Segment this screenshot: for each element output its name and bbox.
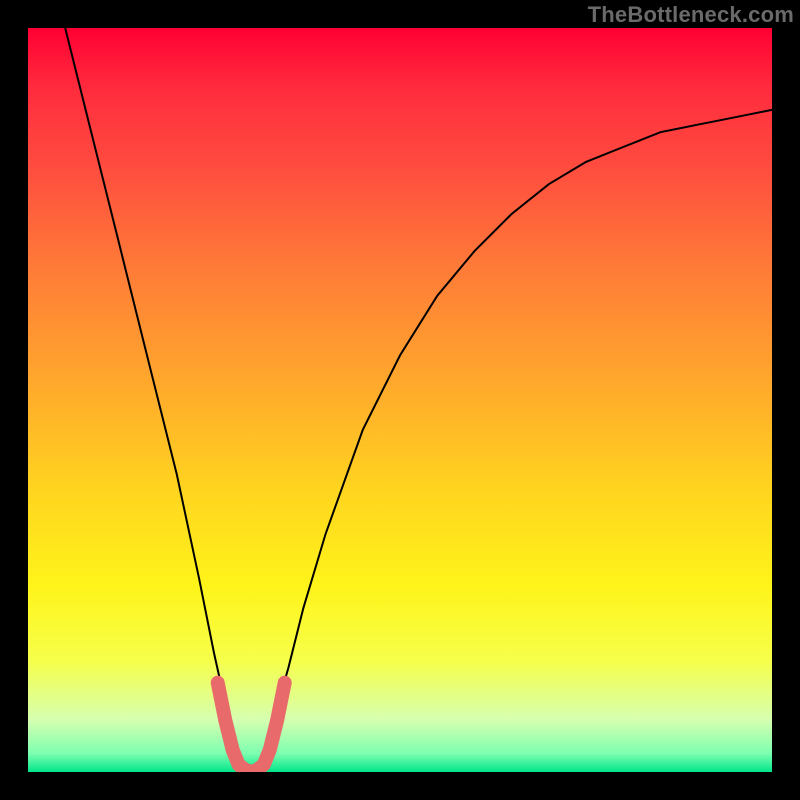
bottleneck-curve <box>65 28 772 772</box>
watermark-text: TheBottleneck.com <box>588 2 794 28</box>
curve-layer <box>28 28 772 772</box>
chart-frame: TheBottleneck.com <box>0 0 800 800</box>
plot-area <box>28 28 772 772</box>
optimal-range-marker <box>218 683 285 772</box>
